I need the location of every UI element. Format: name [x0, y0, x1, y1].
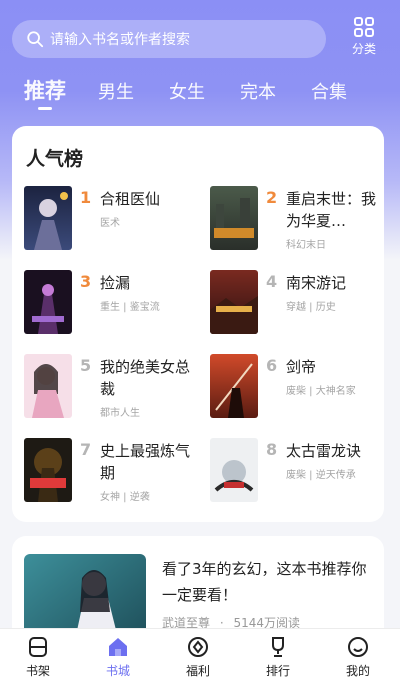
nav-ranking-label: 排行 — [265, 664, 290, 678]
rank-number: 5 — [80, 356, 92, 375]
book-title: 太古雷龙诀 — [286, 442, 362, 460]
active-tab-indicator — [38, 107, 52, 110]
book-title: 南宋游记 — [286, 274, 347, 292]
book-tags: 废柴 | 大神名家 — [286, 386, 356, 397]
channel-tabs: 推荐 男生 女生 完本 合集 — [0, 74, 400, 114]
book-tags: 废柴 | 逆天传承 — [286, 470, 356, 481]
nav-ranking[interactable]: 排行 — [248, 635, 308, 679]
book-cover — [210, 354, 258, 418]
ranking-item[interactable]: 5 我的绝美女总裁 都市人生 — [24, 354, 202, 426]
top-bar: 请输入书名或作者搜索 分类 — [0, 0, 400, 74]
book-title: 剑帝 — [286, 358, 317, 376]
smiley-icon — [348, 637, 368, 657]
tab-female[interactable]: 女生 — [169, 78, 205, 104]
book-title: 捡漏 — [100, 274, 131, 292]
nav-bookshelf-label: 书架 — [25, 664, 50, 678]
book-tags: 科幻末日 — [286, 240, 326, 251]
book-cover — [24, 438, 72, 502]
book-title: 史上最强炼气期 — [100, 442, 191, 482]
ranking-item[interactable]: 3 捡漏 重生 | 鉴宝流 — [24, 270, 202, 342]
trophy-icon — [272, 637, 284, 657]
nav-welfare-label: 福利 — [185, 664, 210, 678]
book-cover — [24, 270, 72, 334]
grid-icon — [354, 17, 374, 37]
book-cover — [210, 270, 258, 334]
nav-bookstore-label: 书城 — [105, 664, 130, 678]
gift-coin-icon — [188, 637, 208, 657]
book-cover — [24, 186, 72, 250]
ranking-item[interactable]: 8 太古雷龙诀 废柴 | 逆天传承 — [210, 438, 388, 510]
nav-me-label: 我的 — [345, 664, 370, 678]
tab-male[interactable]: 男生 — [98, 78, 134, 104]
bookstore-icon — [109, 638, 127, 656]
nav-welfare[interactable]: 福利 — [168, 635, 228, 679]
search-icon — [27, 31, 44, 48]
nav-me[interactable]: 我的 — [328, 635, 388, 679]
nav-bookstore[interactable]: 书城 — [88, 635, 148, 679]
book-tags: 医术 — [100, 218, 120, 229]
bottom-navigation: 书架 书城 福利 排行 我的 — [0, 628, 400, 684]
ranking-item[interactable]: 7 史上最强炼气期 女神 | 逆袭 — [24, 438, 202, 510]
tab-recommend[interactable]: 推荐 — [24, 75, 66, 105]
rank-number: 7 — [80, 440, 92, 459]
ranking-item[interactable]: 2 重启末世：我为华夏… 科幻末日 — [210, 186, 388, 258]
book-title: 合租医仙 — [100, 190, 161, 208]
tab-completed[interactable]: 完本 — [240, 78, 276, 104]
popular-ranking-card: 人气榜 1 合租医仙 医术 2 重启末世：我为华夏… 科幻末日 3 捡漏 重生 … — [12, 126, 384, 522]
category-label: 分类 — [351, 42, 376, 56]
category-button[interactable]: 分类 — [340, 16, 388, 60]
book-tags: 都市人生 — [100, 408, 140, 419]
book-tags: 穿越 | 历史 — [286, 302, 336, 313]
rank-number: 2 — [266, 188, 278, 207]
search-placeholder: 请输入书名或作者搜索 — [50, 32, 190, 48]
rank-number: 3 — [80, 272, 92, 291]
bookshelf-icon — [29, 637, 47, 657]
ranking-item[interactable]: 4 南宋游记 穿越 | 历史 — [210, 270, 388, 342]
ranking-item[interactable]: 6 剑帝 废柴 | 大神名家 — [210, 354, 388, 426]
featured-headline: 看了3年的玄幻，这本书推荐你一定要看！ — [162, 560, 367, 604]
book-title: 我的绝美女总裁 — [100, 358, 191, 398]
rank-number: 8 — [266, 440, 278, 459]
rank-number: 4 — [266, 272, 278, 291]
rank-number: 6 — [266, 356, 278, 375]
rank-number: 1 — [80, 188, 92, 207]
book-cover — [210, 186, 258, 250]
tab-collections[interactable]: 合集 — [311, 78, 347, 104]
ranking-item[interactable]: 1 合租医仙 医术 — [24, 186, 202, 258]
book-cover — [24, 354, 72, 418]
book-title: 重启末世：我为华夏… — [286, 190, 377, 230]
book-cover — [210, 438, 258, 502]
search-input[interactable]: 请输入书名或作者搜索 — [12, 20, 326, 58]
book-tags: 女神 | 逆袭 — [100, 492, 150, 503]
ranking-title: 人气榜 — [26, 148, 84, 170]
nav-bookshelf[interactable]: 书架 — [8, 635, 68, 679]
book-tags: 重生 | 鉴宝流 — [100, 302, 160, 313]
